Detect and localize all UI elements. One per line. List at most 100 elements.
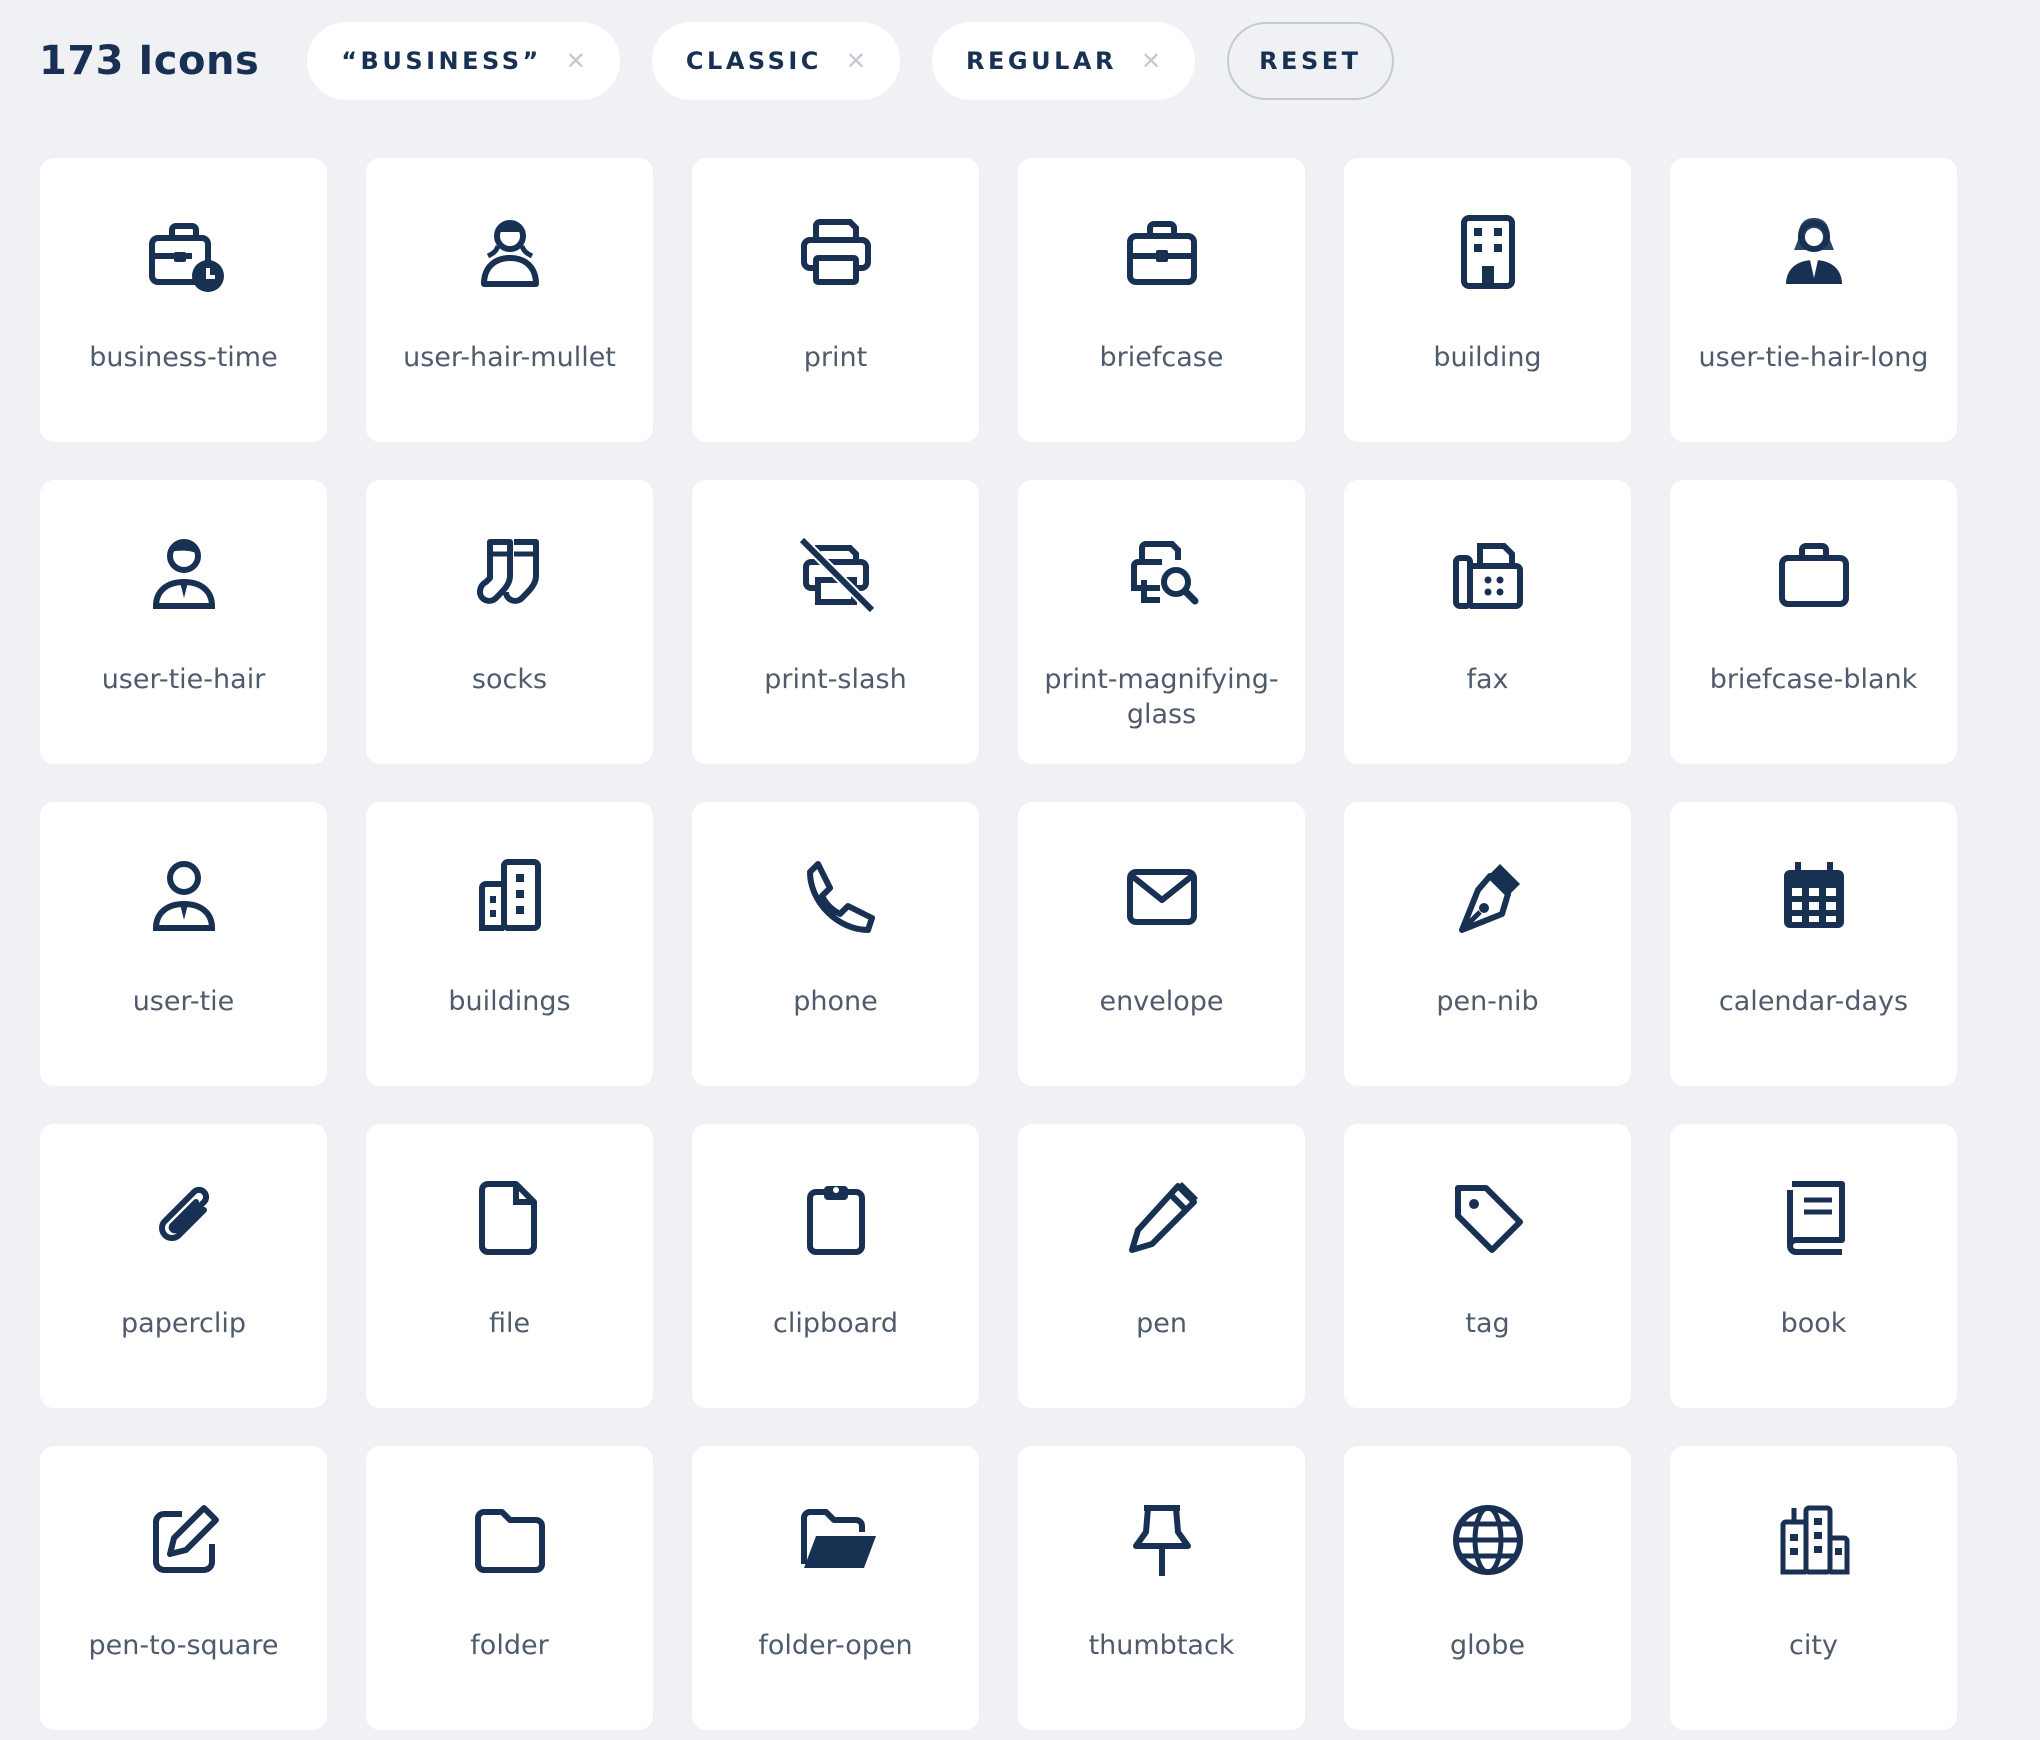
filter-chip-regular[interactable]: REGULAR ✕ (932, 22, 1196, 100)
icon-card-clipboard[interactable]: clipboard (692, 1124, 979, 1408)
building-icon (1446, 210, 1530, 294)
print-slash-icon (794, 532, 878, 616)
icon-card-socks[interactable]: socks (366, 480, 653, 764)
icon-card-book[interactable]: book (1670, 1124, 1957, 1408)
icon-card-user-tie-hair[interactable]: user-tie-hair (40, 480, 327, 764)
icon-card-globe[interactable]: globe (1344, 1446, 1631, 1730)
icon-card-folder-open[interactable]: folder-open (692, 1446, 979, 1730)
icon-card-label: city (1789, 1630, 1838, 1661)
thumbtack-icon (1120, 1498, 1204, 1582)
icon-card-label: pen-nib (1436, 986, 1539, 1017)
icon-card-label: book (1780, 1308, 1847, 1339)
icon-card-phone[interactable]: phone (692, 802, 979, 1086)
icon-card-print-magnifying-glass[interactable]: print-magnifying-glass (1018, 480, 1305, 764)
envelope-icon (1120, 854, 1204, 938)
user-hair-mullet-icon (468, 210, 552, 294)
icon-card-label: fax (1466, 664, 1509, 695)
icon-card-label: paperclip (121, 1308, 246, 1339)
filter-chip-classic[interactable]: CLASSIC ✕ (651, 22, 901, 100)
filter-chip-label: “BUSINESS” (341, 47, 542, 75)
print-icon (794, 210, 878, 294)
icon-card-label: print (803, 342, 868, 373)
icon-card-briefcase-blank[interactable]: briefcase-blank (1670, 480, 1957, 764)
filter-chip-label: CLASSIC (685, 47, 822, 75)
tag-icon (1446, 1176, 1530, 1260)
icon-card-user-tie-hair-long[interactable]: user-tie-hair-long (1670, 158, 1957, 442)
phone-icon (794, 854, 878, 938)
icon-card-label: socks (471, 664, 548, 695)
icon-card-user-tie[interactable]: user-tie (40, 802, 327, 1086)
buildings-icon (468, 854, 552, 938)
icon-browser: 173 Icons “BUSINESS” ✕ CLASSIC ✕ REGULAR… (0, 0, 2040, 1740)
pen-icon (1120, 1176, 1204, 1260)
icon-card-label: tag (1465, 1308, 1510, 1339)
icon-card-label: print-slash (764, 664, 907, 695)
file-icon (468, 1176, 552, 1260)
close-icon[interactable]: ✕ (846, 49, 866, 73)
icon-card-label: business-time (89, 342, 278, 373)
icon-card-user-hair-mullet[interactable]: user-hair-mullet (366, 158, 653, 442)
briefcase-blank-icon (1772, 532, 1856, 616)
icon-card-label: pen (1136, 1308, 1187, 1339)
user-tie-icon (142, 854, 226, 938)
paperclip-icon (142, 1176, 226, 1260)
globe-icon (1446, 1498, 1530, 1582)
calendar-days-icon (1772, 854, 1856, 938)
icon-card-label: globe (1450, 1630, 1525, 1661)
icon-grid: business-time user-hair-mullet print briefc… (40, 158, 1957, 1730)
icon-card-print[interactable]: print (692, 158, 979, 442)
icon-card-fax[interactable]: fax (1344, 480, 1631, 764)
icon-card-buildings[interactable]: buildings (366, 802, 653, 1086)
icon-card-calendar-days[interactable]: calendar-days (1670, 802, 1957, 1086)
icon-card-label: thumbtack (1088, 1630, 1235, 1661)
clipboard-icon (794, 1176, 878, 1260)
icon-card-label: user-tie-hair (101, 664, 266, 695)
business-time-icon (142, 210, 226, 294)
folder-open-icon (794, 1498, 878, 1582)
icon-card-city[interactable]: city (1670, 1446, 1957, 1730)
icon-card-folder[interactable]: folder (366, 1446, 653, 1730)
icon-card-label: print-magnifying-glass (1044, 664, 1279, 730)
folder-icon (468, 1498, 552, 1582)
filter-chip-business[interactable]: “BUSINESS” ✕ (307, 22, 620, 100)
icon-card-business-time[interactable]: business-time (40, 158, 327, 442)
results-count-title: 173 Icons (39, 38, 260, 84)
pen-nib-icon (1446, 854, 1530, 938)
icon-card-label: briefcase-blank (1709, 664, 1918, 695)
icon-card-pen-to-square[interactable]: pen-to-square (40, 1446, 327, 1730)
icon-card-print-slash[interactable]: print-slash (692, 480, 979, 764)
user-tie-hair-icon (142, 532, 226, 616)
city-icon (1772, 1498, 1856, 1582)
icon-card-envelope[interactable]: envelope (1018, 802, 1305, 1086)
close-icon[interactable]: ✕ (1141, 49, 1161, 73)
icon-card-label: calendar-days (1718, 986, 1909, 1017)
icon-card-label: clipboard (773, 1308, 898, 1339)
icon-card-label: folder (470, 1630, 549, 1661)
icon-card-label: buildings (448, 986, 571, 1017)
icon-card-thumbtack[interactable]: thumbtack (1018, 1446, 1305, 1730)
icon-card-paperclip[interactable]: paperclip (40, 1124, 327, 1408)
icon-card-label: briefcase (1099, 342, 1224, 373)
book-icon (1772, 1176, 1856, 1260)
icon-card-label: user-tie-hair-long (1698, 342, 1929, 373)
filter-bar: 173 Icons “BUSINESS” ✕ CLASSIC ✕ REGULAR… (39, 22, 1394, 100)
fax-icon (1446, 532, 1530, 616)
icon-card-file[interactable]: file (366, 1124, 653, 1408)
close-icon[interactable]: ✕ (566, 49, 586, 73)
icon-card-label: file (488, 1308, 531, 1339)
reset-button[interactable]: RESET (1227, 22, 1394, 100)
user-tie-hair-long-icon (1772, 210, 1856, 294)
icon-card-label: building (1433, 342, 1542, 373)
pen-to-square-icon (142, 1498, 226, 1582)
icon-card-building[interactable]: building (1344, 158, 1631, 442)
icon-card-tag[interactable]: tag (1344, 1124, 1631, 1408)
icon-card-briefcase[interactable]: briefcase (1018, 158, 1305, 442)
icon-card-label: phone (793, 986, 878, 1017)
icon-card-pen[interactable]: pen (1018, 1124, 1305, 1408)
icon-card-pen-nib[interactable]: pen-nib (1344, 802, 1631, 1086)
print-magnifying-glass-icon (1120, 532, 1204, 616)
icon-card-label: envelope (1099, 986, 1224, 1017)
icon-card-label: user-hair-mullet (403, 342, 616, 373)
filter-chip-label: REGULAR (966, 47, 1117, 75)
socks-icon (468, 532, 552, 616)
